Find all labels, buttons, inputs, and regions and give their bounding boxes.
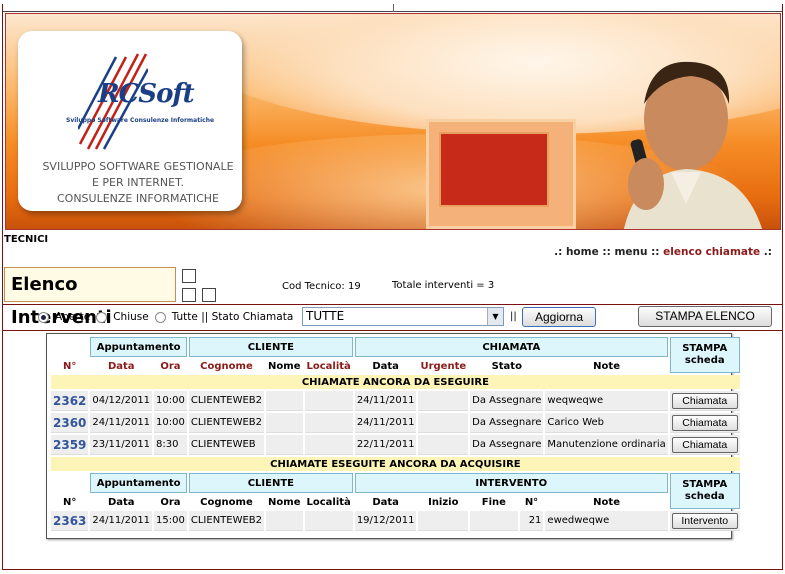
row-number[interactable]: 2360 xyxy=(51,413,89,433)
logo-tagline: Sviluppo Software Consulenze Informatich… xyxy=(66,117,215,124)
row-number[interactable]: 2362 xyxy=(51,391,89,411)
section-da-acquisire: CHIAMATE ESEGUITE ANCORA DA ACQUISIRE xyxy=(51,457,740,471)
top-bar xyxy=(3,4,782,12)
stampa-scheda-header-2: STAMPA scheda xyxy=(669,473,740,509)
section-label: TECNICI xyxy=(4,234,49,245)
col-localita-2: Località xyxy=(304,495,353,509)
aggiorna-button[interactable]: Aggiorna xyxy=(522,307,596,327)
col-ora-2: Ora xyxy=(154,495,187,509)
col-num: N° xyxy=(519,495,544,509)
divider xyxy=(3,330,782,331)
separator: || xyxy=(510,311,517,322)
col-ora: Ora xyxy=(154,359,187,373)
col-localita: Località xyxy=(304,359,353,373)
col-chiamata-data: Data xyxy=(354,359,417,373)
chiamata-button[interactable]: Chiamata xyxy=(671,392,738,409)
col-intervento-data: Data xyxy=(354,495,417,509)
chevron-down-icon[interactable]: ▼ xyxy=(487,308,503,325)
col-nome-2: Nome xyxy=(266,495,303,509)
nav-current[interactable]: elenco chiamate xyxy=(663,246,760,258)
logo-mark: RCSoft xyxy=(98,79,195,109)
header-banner: RCSoft Sviluppo Software Consulenze Info… xyxy=(5,13,781,230)
col-data: Data xyxy=(90,359,153,373)
radio-tutte[interactable] xyxy=(154,311,166,323)
group-cliente-2: CLIENTE xyxy=(188,473,353,493)
radio-aperte[interactable] xyxy=(38,311,49,323)
radio-chiuse[interactable] xyxy=(96,311,108,323)
intervento-button[interactable]: Intervento xyxy=(671,512,738,529)
stampa-elenco-button[interactable]: STAMPA ELENCO xyxy=(638,306,772,327)
col-n: N° xyxy=(51,359,89,373)
col-note: Note xyxy=(545,359,668,373)
interventi-table: Appuntamento CLIENTE CHIAMATA STAMPA sche… xyxy=(46,333,740,539)
stampa-scheda-header: STAMPA scheda xyxy=(669,337,740,373)
table-row: 2363 24/11/2011 15:00 CLIENTEWEB2 19/12/… xyxy=(51,511,740,531)
col-cognome-2: Cognome xyxy=(188,495,265,509)
businessman-photo xyxy=(623,61,762,229)
col-inizio: Inizio xyxy=(418,495,469,509)
totale-interventi: Totale interventi = 3 xyxy=(392,280,495,291)
col-data-2: Data xyxy=(90,495,153,509)
table-row: 2359 23/11/2011 8:30 CLIENTEWEB 22/11/20… xyxy=(51,435,740,455)
checkbox-2[interactable] xyxy=(182,288,196,302)
col-fine: Fine xyxy=(470,495,518,509)
section-da-eseguire: CHIAMATE ANCORA DA ESEGUIRE xyxy=(51,375,740,389)
logo-description: SVILUPPO SOFTWARE GESTIONALE E PER INTER… xyxy=(42,160,234,205)
monitor-illustration xyxy=(426,119,576,229)
table-row: 2360 24/11/2011 10:00 CLIENTEWEB2 24/11/… xyxy=(51,413,740,433)
chiamata-button[interactable]: Chiamata xyxy=(671,436,738,453)
row-number[interactable]: 2359 xyxy=(51,435,89,455)
radio-tutte-label: Tutte || Stato Chiamata xyxy=(171,311,294,323)
table-row: 2362 04/12/2011 10:00 CLIENTEWEB2 24/11/… xyxy=(51,391,740,411)
breadcrumb: .: home :: menu :: elenco chiamate .: xyxy=(554,246,772,258)
group-intervento: INTERVENTO xyxy=(354,473,668,493)
row-number[interactable]: 2363 xyxy=(51,511,89,531)
chiamata-button[interactable]: Chiamata xyxy=(671,414,738,431)
radio-aperte-label: Aperte xyxy=(55,311,91,323)
group-cliente: CLIENTE xyxy=(188,337,353,357)
group-chiamata: CHIAMATA xyxy=(354,337,668,357)
checkbox-1[interactable] xyxy=(182,269,196,283)
col-urgente: Urgente xyxy=(418,359,469,373)
group-appuntamento-2: Appuntamento xyxy=(90,473,187,493)
rcsoft-logo: RCSoft Sviluppo Software Consulenze Info… xyxy=(18,31,242,211)
stato-chiamata-select[interactable]: TUTTE ▼ xyxy=(302,307,504,326)
col-stato: Stato xyxy=(470,359,544,373)
col-n-2: N° xyxy=(51,495,89,509)
filter-bar: Aperte Chiuse Tutte || Stato Chiamata xyxy=(38,307,293,327)
nav-menu-link[interactable]: menu xyxy=(614,246,647,258)
radio-chiuse-label: Chiuse xyxy=(113,311,149,323)
divider xyxy=(3,304,782,305)
page-title: Elenco Interventi xyxy=(4,267,176,328)
col-note-2: Note xyxy=(545,495,668,509)
group-appuntamento: Appuntamento xyxy=(90,337,187,357)
checkbox-3[interactable] xyxy=(202,288,216,302)
col-nome: Nome xyxy=(266,359,303,373)
col-cognome: Cognome xyxy=(188,359,265,373)
cod-tecnico: Cod Tecnico: 19 xyxy=(282,281,361,292)
nav-home-link[interactable]: home xyxy=(566,246,599,258)
